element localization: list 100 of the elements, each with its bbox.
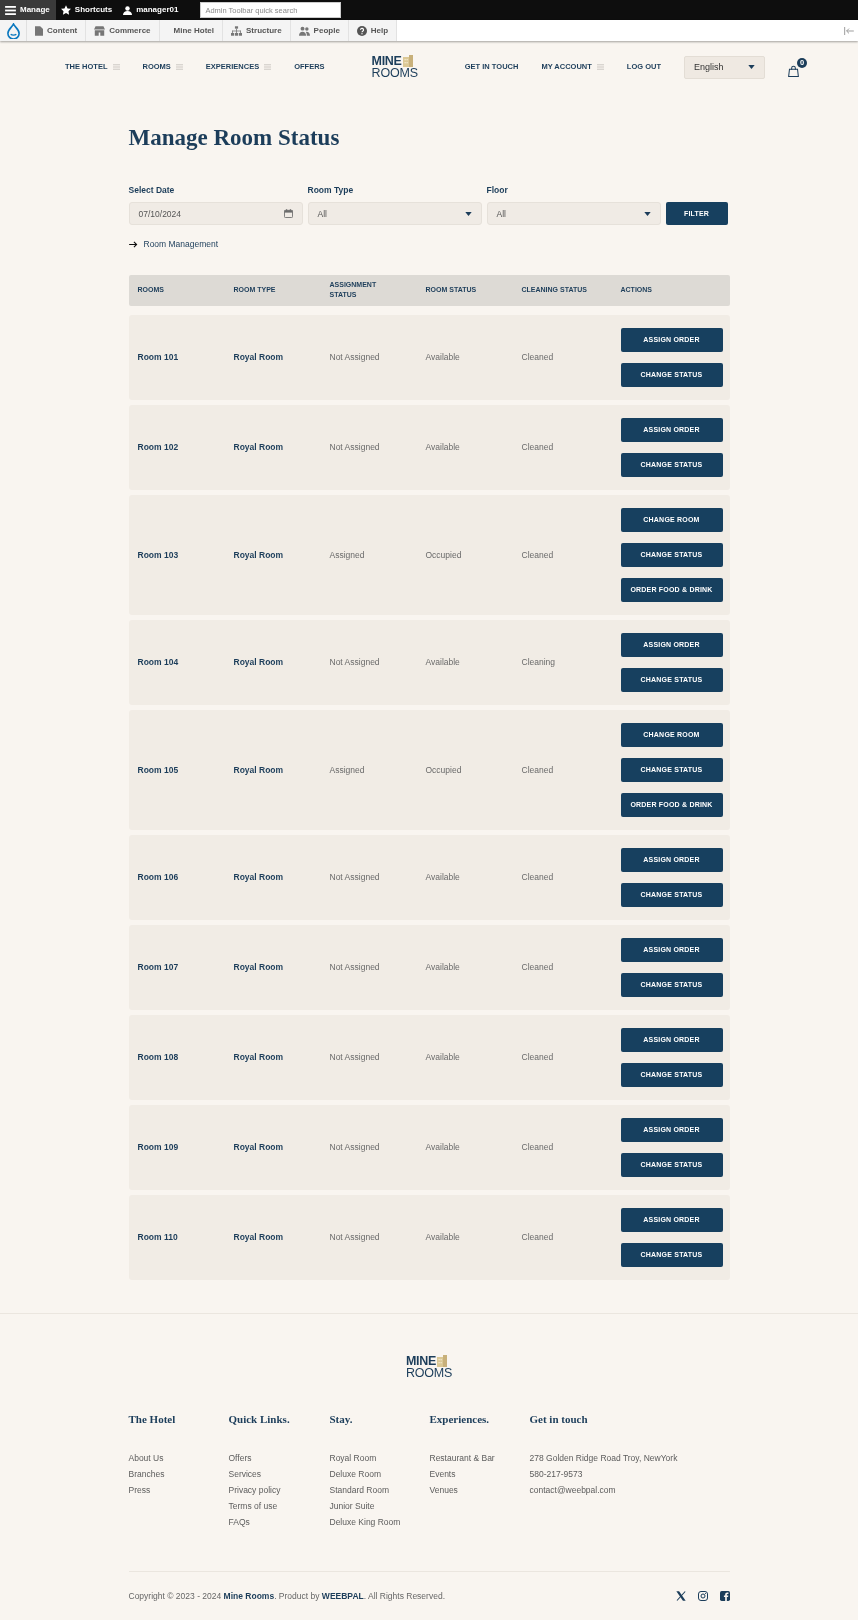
footer-link[interactable]: Branches	[128, 1465, 165, 1482]
site-logo[interactable]: MINE ROOMS	[371, 54, 418, 80]
table-cell-text: Room 110	[137, 1231, 179, 1243]
caret-icon	[748, 65, 755, 69]
footer-link[interactable]: 278 Golden Ridge Road Troy, NewYork	[529, 1449, 678, 1466]
table-cell-text: Royal Room	[233, 1141, 285, 1153]
table-cell-text: Room 103	[137, 548, 180, 561]
footer-link[interactable]: Royal Room	[329, 1449, 377, 1466]
footer-link[interactable]: Standard Room	[329, 1481, 390, 1499]
language-select[interactable]: English	[684, 55, 765, 79]
footer-link[interactable]: Events	[429, 1465, 456, 1482]
room-management-link[interactable]: Room Management	[128, 238, 219, 250]
table-cell-text: Occupied	[425, 548, 463, 561]
footer-link[interactable]: Restaurant & Bar	[429, 1449, 495, 1466]
table-cell-text: Not Assigned	[329, 441, 381, 453]
table-cell-text: Not Assigned	[329, 1141, 381, 1153]
table-cell-text: Cleaned	[521, 351, 555, 363]
footer-link[interactable]: FAQs	[228, 1514, 250, 1531]
page-title: Manage Room Status	[128, 124, 341, 152]
f-square-icon[interactable]	[719, 1590, 730, 1601]
field-label: Floor	[486, 185, 509, 196]
footer-link[interactable]: Terms of use	[228, 1498, 278, 1515]
footer-link[interactable]: Deluxe Room	[329, 1465, 381, 1482]
select-field[interactable]: All	[486, 202, 661, 225]
help-icon	[356, 25, 367, 36]
table-cell-text: Assigned	[329, 763, 366, 776]
table-cell-text: Royal Room	[233, 961, 285, 973]
table-cell-text: Not Assigned	[329, 871, 381, 883]
copyright-text: Copyright © 2023 - 2024 Mine Rooms. Product by WEEBPAL. All Rights Reserved.	[128, 1589, 445, 1603]
table-cell-text: Available	[425, 656, 461, 668]
shop-icon	[94, 25, 106, 36]
table-cell-text: Royal Room	[233, 1231, 285, 1243]
footer-logo[interactable]: MINE ROOMS	[405, 1354, 453, 1380]
document-icon	[35, 25, 43, 36]
footer-link[interactable]: About Us	[128, 1449, 164, 1466]
footer-link[interactable]: Offers	[228, 1449, 252, 1466]
sidebar-toggle-icon[interactable]	[844, 26, 854, 35]
caret-icon	[643, 211, 651, 216]
footer-heading: Quick Links.	[228, 1411, 291, 1426]
select-field[interactable]: All	[307, 202, 482, 225]
table-cell-text: Royal Room	[233, 656, 285, 668]
toolbar-tab[interactable]: Shortcuts	[55, 0, 119, 20]
field-label: Select Date	[128, 185, 176, 196]
table-cell-text: Room 108	[137, 1051, 180, 1063]
table-cell-text: Room 107	[137, 961, 180, 973]
table-cell-text: Royal Room	[233, 1051, 285, 1063]
table-cell-text: Royal Room	[233, 548, 285, 561]
footer-link[interactable]: Services	[228, 1465, 262, 1482]
footer-heading: Stay.	[329, 1411, 354, 1426]
table-cell-text: Cleaned	[521, 1141, 555, 1153]
table-cell-text: Cleaned	[521, 548, 555, 561]
table-cell-text: Not Assigned	[329, 656, 381, 668]
table-cell-text: Not Assigned	[329, 1231, 381, 1243]
caret-icon	[464, 211, 472, 216]
table-cell-text: Cleaned	[521, 961, 555, 973]
people-icon	[298, 25, 310, 36]
table-cell-text: Available	[425, 441, 461, 453]
table-cell-text: Available	[425, 871, 461, 883]
footer-link[interactable]: Junior Suite	[329, 1498, 375, 1515]
camera-outline-icon[interactable]	[697, 1590, 708, 1601]
building-icon	[436, 1354, 447, 1367]
building-icon	[402, 54, 413, 67]
table-cell-text: Royal Room	[233, 763, 285, 776]
x-letter-icon[interactable]	[675, 1590, 686, 1601]
footer-link[interactable]: Privacy policy	[228, 1481, 281, 1499]
table-cell-text: Room 104	[137, 656, 180, 668]
table-cell-text: Available	[425, 961, 461, 973]
table-cell-text: Cleaned	[521, 441, 555, 453]
table-cell-text: Cleaned	[521, 1231, 555, 1243]
table-cell-text: Room 101	[137, 351, 180, 363]
footer-link[interactable]: 580-217-9573	[529, 1465, 583, 1482]
footer-link[interactable]: Press	[128, 1481, 151, 1499]
table-cell-text: Room 109	[137, 1141, 180, 1153]
drop-icon	[6, 22, 20, 39]
table-cell-text: Assigned	[329, 548, 366, 561]
table-cell-text: Occupied	[425, 763, 463, 776]
star-icon	[60, 5, 71, 15]
table-cell-text: Royal Room	[233, 441, 285, 453]
table-cell-text: Not Assigned	[329, 1051, 381, 1063]
toolbar-tab[interactable]: manager01	[118, 0, 185, 20]
calendar-icon	[283, 209, 293, 218]
table-cell-text: Room 106	[137, 871, 180, 883]
table-cell-text: Cleaned	[521, 1051, 555, 1063]
user-icon	[123, 5, 133, 15]
table-cell-text: Royal Room	[233, 871, 285, 883]
toolbar-tab[interactable]: Manage	[0, 0, 56, 20]
arrow-right-icon	[128, 240, 138, 248]
date-field[interactable]: 07/10/2024	[128, 202, 303, 225]
table-cell-text: Available	[425, 351, 461, 363]
sitemap-icon	[231, 25, 243, 36]
table-cell-text: Available	[425, 1141, 461, 1153]
table-cell-text: Room 105	[137, 763, 180, 776]
table-cell-text: Not Assigned	[329, 961, 381, 973]
footer-heading: Experiences.	[429, 1411, 491, 1426]
footer-link[interactable]: contact@weebpal.com	[529, 1481, 616, 1499]
table-cell-text: Royal Room	[233, 351, 285, 363]
footer-link[interactable]: Venues	[429, 1481, 458, 1499]
table-cell-text: Room 102	[137, 441, 180, 453]
footer-link[interactable]: Deluxe King Room	[329, 1514, 401, 1531]
table-cell-text: Not Assigned	[329, 351, 381, 363]
